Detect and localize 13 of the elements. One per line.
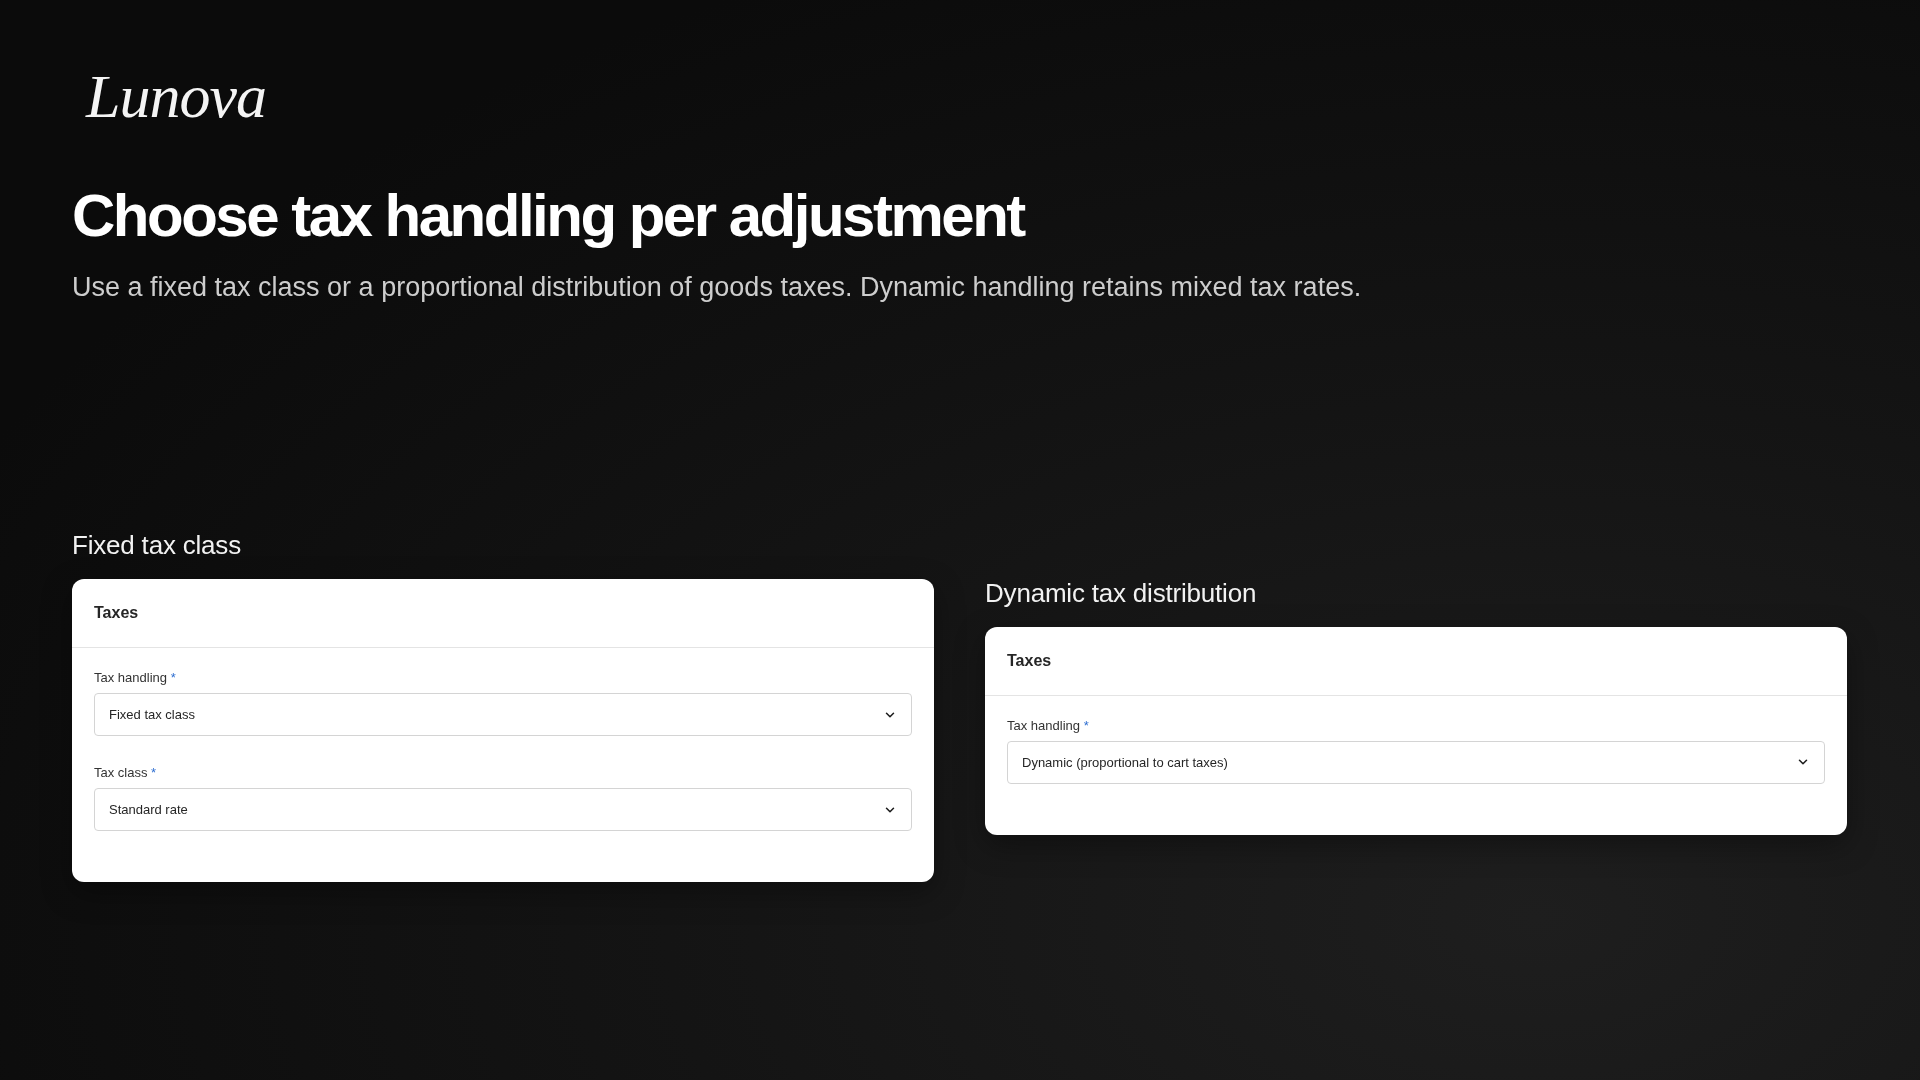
card-title: Taxes — [1007, 651, 1052, 670]
field-label: Tax handling * — [94, 670, 176, 686]
dropdown-field[interactable]: Standard rate — [94, 788, 912, 831]
logo-wordmark: Lunova — [86, 62, 266, 131]
page-subtitle: Use a fixed tax class or a proportional distribution of goods taxes. Dynamic handling retains mixed tax rates. — [72, 271, 1362, 304]
section-title: Fixed tax class — [72, 530, 241, 561]
dropdown-field[interactable]: Dynamic (proportional to cart taxes) — [1007, 740, 1825, 784]
dropdown-field[interactable]: Fixed tax class — [94, 693, 912, 736]
page-title: Choose tax handling per adjustment — [72, 183, 1024, 249]
card-title: Taxes — [94, 604, 139, 622]
section-title: Dynamic tax distribution — [985, 577, 1257, 609]
field-label: Tax handling * — [1007, 717, 1089, 734]
field-label: Tax class * — [94, 765, 157, 781]
